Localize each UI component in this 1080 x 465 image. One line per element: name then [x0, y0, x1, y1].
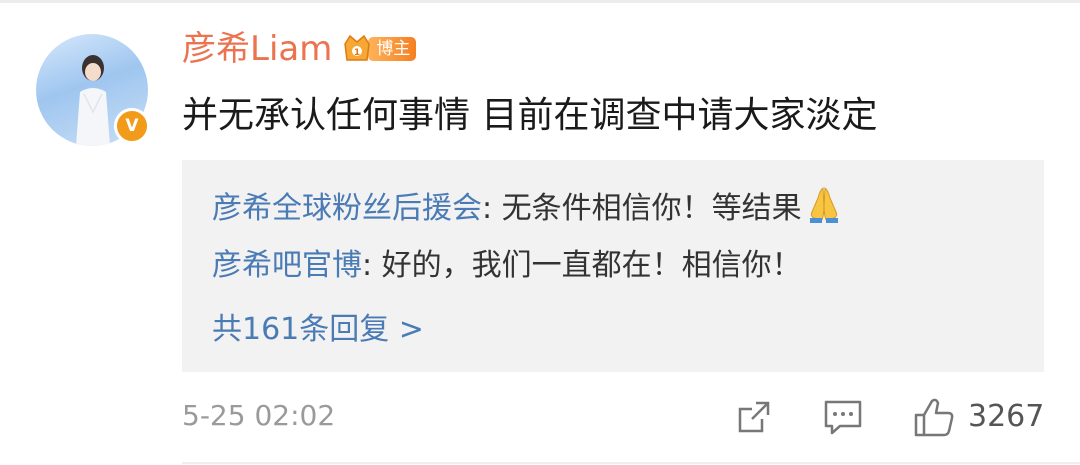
- verified-v-icon: V: [114, 108, 150, 144]
- bottom-divider: [182, 462, 1080, 464]
- comment-card: V 彦希Liam 1 博主 并无承认任何事情 目前在调查中请大家淡定 彦希全球粉…: [0, 0, 1080, 465]
- share-icon: [738, 401, 770, 433]
- top-divider: [0, 0, 1080, 3]
- comment-text: 并无承认任何事情 目前在调查中请大家淡定: [182, 95, 878, 136]
- thumbs-up-icon: [914, 398, 954, 437]
- username[interactable]: 彦希Liam: [182, 32, 332, 66]
- svg-text:1: 1: [354, 48, 360, 58]
- like-count: 3267: [968, 399, 1045, 434]
- badge-label: 博主: [368, 37, 417, 61]
- username-row: 彦希Liam 1 博主: [182, 24, 417, 74]
- pray-emoji: [809, 187, 838, 223]
- reply-separator: :: [482, 191, 493, 226]
- reply-item[interactable]: 彦希吧官博: 好的，我们一直都在！相信你！: [212, 244, 802, 288]
- share-button[interactable]: [734, 394, 774, 440]
- like-button[interactable]: 3267: [912, 394, 1044, 440]
- reply-item[interactable]: 彦希全球粉丝后援会: 无条件相信你！等结果: [212, 184, 844, 231]
- reply-author[interactable]: 彦希全球粉丝后援会: [212, 191, 482, 226]
- reply-separator: :: [362, 248, 373, 283]
- comment-icon: [824, 400, 862, 435]
- view-more-replies-link[interactable]: 共161条回复 >: [212, 308, 424, 352]
- reply-text: 好的，我们一直都在！相信你！: [372, 248, 802, 283]
- crown-icon: 1: [344, 34, 371, 61]
- avatar[interactable]: V: [36, 34, 150, 146]
- blogger-badge: 1 博主: [342, 32, 417, 66]
- reply-author[interactable]: 彦希吧官博: [212, 248, 362, 283]
- replies-box[interactable]: 彦希全球粉丝后援会: 无条件相信你！等结果 彦希吧官博: 好的，我们一直都在！相…: [182, 160, 1044, 372]
- reply-button[interactable]: [822, 394, 864, 440]
- timestamp: 5-25 02:02: [182, 399, 336, 432]
- reply-text: 无条件相信你！等结果: [492, 191, 802, 226]
- avatar-figure: [76, 55, 110, 146]
